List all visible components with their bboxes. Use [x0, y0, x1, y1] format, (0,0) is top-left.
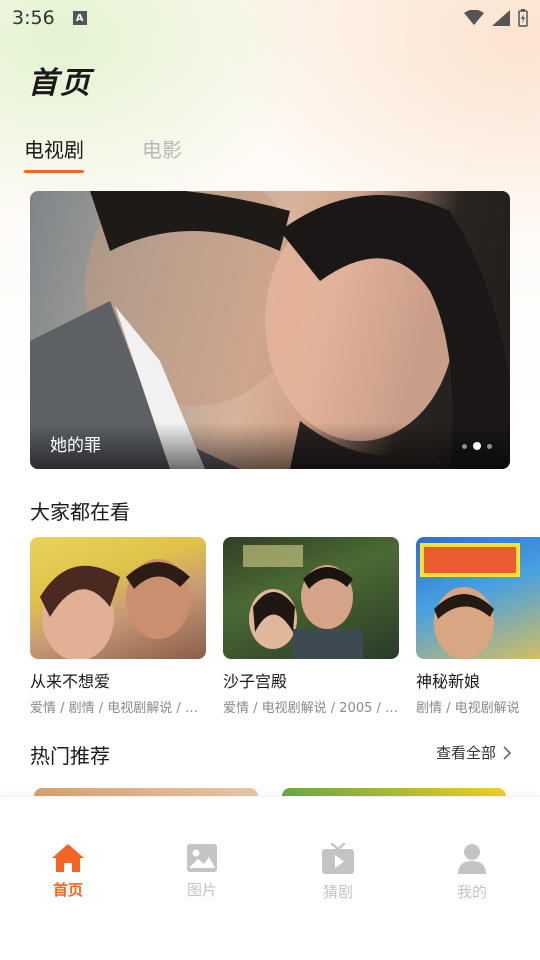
chevron-right-icon — [503, 745, 512, 760]
tab-movies[interactable]: 电影 — [142, 134, 182, 173]
see-all-link[interactable]: 查看全部 — [436, 742, 512, 763]
wifi-icon — [464, 10, 484, 25]
accessibility-notification-icon: A — [72, 11, 87, 25]
battery-icon — [518, 9, 528, 27]
see-all-label: 查看全部 — [435, 744, 496, 762]
drama-tags: 剧情 / 电视剧解说 — [416, 701, 520, 716]
trending-carousel[interactable]: 从来不想爱 爱情 / 剧情 / 电视剧解说 / 2002 沙子宫殿 爱情 / 电… — [30, 537, 540, 717]
status-icons — [464, 9, 528, 27]
banner-caption-overlay — [30, 423, 510, 469]
home-icon — [52, 844, 84, 872]
drama-tags: 爱情 / 剧情 / 电视剧解说 / 2002 — [30, 701, 206, 716]
featured-banner[interactable]: 她的罪 — [30, 191, 510, 469]
drama-title: 从来不想爱 — [30, 672, 111, 691]
nav-label: 猜剧 — [322, 883, 353, 901]
nav-home[interactable]: 首页 — [18, 843, 118, 900]
banner-title: 她的罪 — [50, 436, 101, 456]
drama-title: 沙子宫殿 — [223, 672, 288, 691]
banner-pagination — [462, 442, 492, 450]
drama-tags: 爱情 / 电视剧解说 / 2005 / 泰国 — [223, 701, 399, 716]
drama-poster — [223, 537, 399, 659]
nav-guess-drama[interactable]: 猜剧 — [288, 843, 388, 902]
drama-poster — [416, 537, 540, 659]
nav-label: 首页 — [52, 881, 83, 899]
tab-tv-series[interactable]: 电视剧 — [24, 134, 84, 173]
section-title-trending: 大家都在看 — [30, 500, 130, 524]
nav-label: 图片 — [186, 881, 217, 899]
page-title: 首页 — [28, 66, 92, 101]
drama-poster — [30, 537, 206, 659]
banner-dot[interactable] — [487, 443, 492, 449]
drama-card[interactable]: 沙子宫殿 爱情 / 电视剧解说 / 2005 / 泰国 — [223, 537, 399, 716]
nav-label: 我的 — [456, 883, 487, 901]
status-bar: 3:56 A — [0, 0, 540, 36]
category-tabs: 电视剧 电影 — [24, 134, 182, 173]
section-title-hot: 热门推荐 — [30, 744, 110, 768]
nav-images[interactable]: 图片 — [152, 843, 252, 900]
status-time: 3:56 — [12, 7, 55, 29]
banner-dot[interactable] — [462, 443, 467, 449]
drama-card[interactable]: 神秘新娘 剧情 / 电视剧解说 — [416, 537, 540, 716]
drama-card[interactable]: 从来不想爱 爱情 / 剧情 / 电视剧解说 / 2002 — [30, 537, 206, 716]
drama-title: 神秘新娘 — [416, 672, 481, 691]
signal-icon — [492, 10, 510, 26]
bottom-navigation: 首页 图片 猜剧 我的 — [0, 796, 540, 960]
nav-profile[interactable]: 我的 — [422, 843, 522, 902]
tv-play-icon — [322, 843, 354, 874]
banner-dot-active[interactable] — [473, 442, 481, 450]
image-icon — [187, 844, 217, 872]
user-icon — [458, 844, 486, 874]
